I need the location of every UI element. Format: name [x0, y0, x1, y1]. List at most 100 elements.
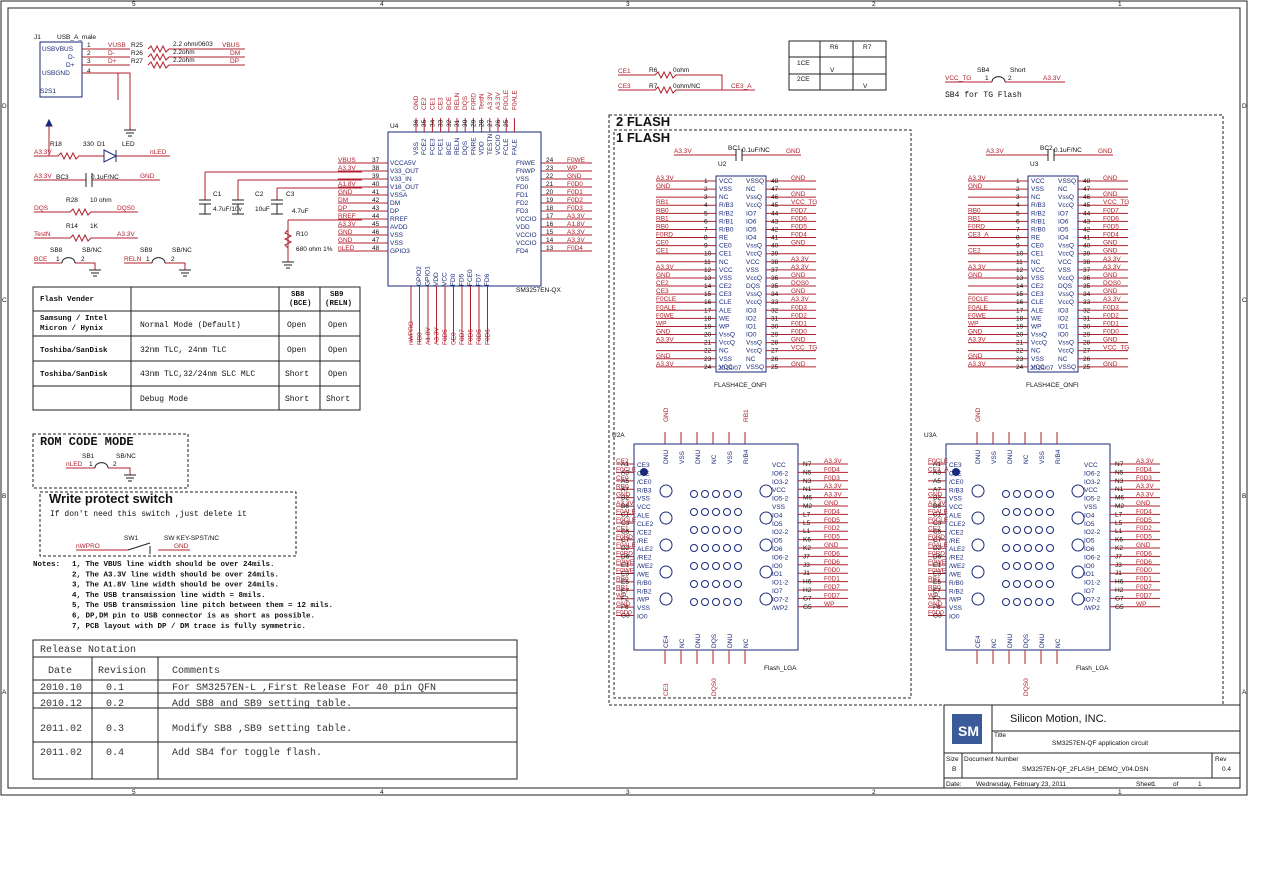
pin-name: DM: [390, 200, 400, 207]
row-label: D: [2, 103, 7, 110]
net-label: F0CLE: [656, 296, 677, 303]
cap-ref: C1: [213, 191, 222, 198]
pin-name: IO7: [1058, 210, 1069, 217]
net-label: F0D4: [791, 232, 807, 239]
pin-num: 6: [1016, 218, 1020, 225]
switch-part: SW KEY-SPST/NC: [164, 535, 219, 542]
release-date: 2011.02: [40, 748, 82, 759]
lga-pad: [1024, 526, 1032, 534]
usb-shield-pin: S1: [48, 88, 56, 95]
pin-name: VccQ: [1058, 275, 1074, 282]
col-label: 5: [132, 789, 136, 796]
pin-num: 19: [1016, 323, 1024, 330]
net-label: F0D2: [1136, 525, 1152, 532]
pin-num: 28: [479, 119, 486, 127]
lga-large-pad: [659, 511, 673, 525]
net-label: F0D2: [1103, 312, 1119, 319]
pin-name: VssQ: [746, 291, 762, 298]
pin-name: VssQ: [746, 340, 762, 347]
net-label: BCE: [34, 256, 48, 263]
pin-name: R/B2: [949, 588, 964, 595]
cap-ref: BC1: [728, 145, 741, 152]
pin-name: NC: [719, 259, 729, 266]
col-label: 2: [872, 1, 876, 8]
net-label: F0D6: [1136, 559, 1152, 566]
row-label: C: [1242, 297, 1247, 304]
net-label: CE2: [928, 525, 941, 532]
net-label: WP: [567, 165, 577, 172]
size-label: Size: [946, 756, 959, 763]
net-label: nWPRO: [408, 321, 415, 345]
net-label: A3.3V: [34, 149, 52, 156]
net-label: F0WE: [928, 567, 947, 574]
net-label: F0CLE: [616, 466, 637, 473]
pin-num: 48: [771, 178, 779, 185]
net-label: F0WE: [616, 559, 635, 566]
pin-num: H2: [803, 587, 812, 594]
cap-value: 0.1uF/NC: [1054, 147, 1082, 154]
pin-name: IO5: [1058, 226, 1069, 233]
net-label: VCC_TG: [791, 345, 817, 352]
col-label: 1: [1118, 1, 1122, 8]
pin-name: IO0: [1084, 563, 1095, 570]
pin-num: 18: [546, 205, 554, 212]
release-date: 2010.10: [40, 683, 82, 694]
pin-name: IO6-2: [1084, 554, 1101, 561]
pin-name: VCC: [1031, 267, 1045, 274]
lga-pad: [690, 544, 698, 552]
release-revision: 0.2: [106, 699, 124, 710]
lga-pad: [690, 562, 698, 570]
net-label: F0D0: [791, 329, 807, 336]
pin-name: IO1: [1084, 571, 1095, 578]
pin-num: 38: [1083, 259, 1091, 266]
net-label: F0D2: [824, 525, 840, 532]
net-label: GND: [656, 329, 671, 336]
lga-pad: [1035, 544, 1043, 552]
pin-num: 43: [771, 218, 779, 225]
net-label: GND: [928, 492, 943, 499]
pin-name: NC: [746, 356, 756, 363]
net-label: nLED: [66, 461, 83, 468]
net-label: F0D3: [1103, 304, 1119, 311]
pin-name: VSSQ: [746, 364, 764, 371]
pin-num: N3: [1115, 478, 1124, 485]
lga-large-pad: [659, 538, 673, 552]
pin-num: M6: [803, 495, 812, 502]
release-comment: Add SB4 for toggle flash.: [172, 747, 322, 759]
net-label: GND: [1098, 148, 1113, 155]
pin-num: 37: [372, 157, 380, 164]
date-value: Wednesday, February 23, 2011: [976, 781, 1066, 788]
net-label: F0D3: [824, 475, 840, 482]
pin-name: V18_OUT: [390, 184, 419, 191]
net-label: F0D5: [442, 329, 449, 345]
net-label: F0D3: [567, 205, 583, 212]
pin-name: DP: [390, 208, 399, 215]
resistor-value: 0ohm: [673, 67, 689, 74]
net-label: VCC_TG: [945, 75, 971, 82]
net-label: F0ALE: [928, 542, 949, 549]
pin-name: R/B0: [1031, 226, 1046, 233]
pin-name: IO1: [1058, 323, 1069, 330]
net-label: F0D5: [476, 329, 483, 345]
net-label: F0CLE: [928, 458, 949, 465]
pin-num: 2: [1016, 186, 1020, 193]
table-header: R6: [830, 44, 839, 51]
pin-name: VCCIO: [495, 134, 502, 155]
lga-pad: [1002, 490, 1010, 498]
pin-name: CE3: [949, 462, 962, 469]
lga-pad: [1013, 526, 1021, 534]
net-label: VBUS: [338, 157, 356, 164]
pin-num: M2: [1115, 503, 1124, 510]
pin-num: 13: [546, 245, 554, 252]
pin-num: 15: [704, 291, 712, 298]
net-label: A3.3V: [656, 337, 674, 344]
lga-pad: [1013, 562, 1021, 570]
pin-name: DQS: [1023, 633, 1030, 648]
pin-num: 1: [89, 461, 93, 468]
lga-pad: [701, 544, 709, 552]
led-circuit: A3.3V R18 330 D1 LED nLED: [34, 118, 170, 163]
pin-num: 10: [1016, 251, 1024, 258]
pin-name: VccQ: [1058, 251, 1074, 258]
pin-num: 12: [1016, 267, 1024, 274]
lga-pad: [1013, 598, 1021, 606]
